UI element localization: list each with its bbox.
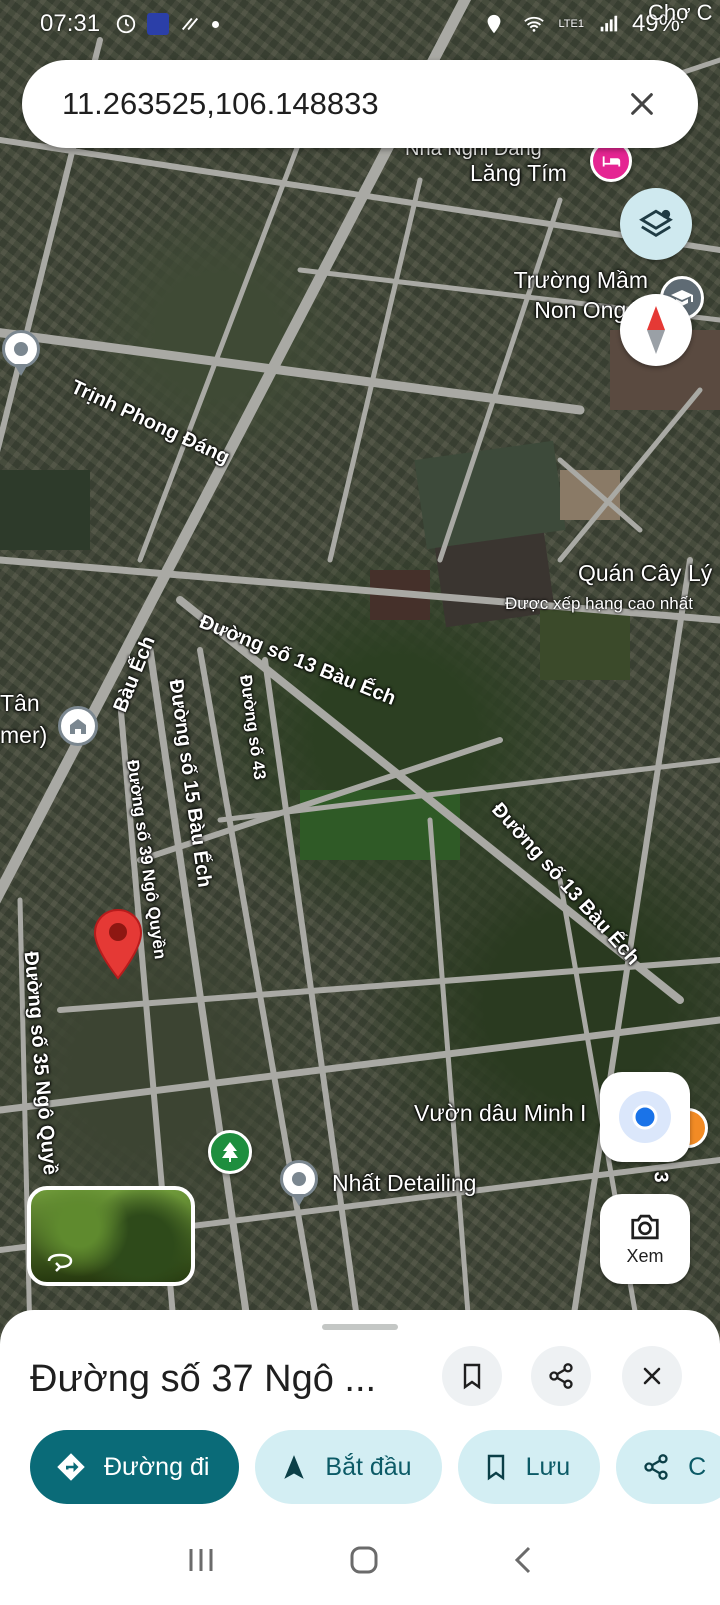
directions-button[interactable]: Đường đi	[30, 1430, 240, 1504]
save-label: Lưu	[525, 1452, 571, 1481]
place-label-fragment[interactable]: Tân	[0, 690, 40, 717]
app-notification-icon	[147, 13, 170, 35]
home-icon[interactable]	[348, 1544, 380, 1576]
search-query[interactable]: 11.263525,106.148833	[62, 86, 622, 122]
place-label-cafe[interactable]: Quán Cây Lý	[578, 560, 712, 587]
share-icon	[644, 1454, 668, 1480]
place-label-detailing[interactable]: Nhất Detailing	[332, 1170, 476, 1197]
close-sheet-button[interactable]	[622, 1346, 682, 1406]
lens-button[interactable]: Xem	[600, 1194, 690, 1284]
corner-label: Chợ C	[648, 0, 713, 25]
bookmark-icon	[463, 1363, 481, 1390]
camera-lens-icon	[631, 1214, 659, 1239]
share-label: C	[688, 1452, 707, 1481]
data-arrows-icon	[182, 17, 199, 31]
lens-label: Xem	[626, 1245, 664, 1266]
share-icon	[549, 1363, 573, 1389]
close-icon[interactable]	[622, 84, 662, 124]
rotate-360-icon	[47, 1253, 73, 1272]
drag-handle[interactable]	[322, 1324, 398, 1330]
wifi-icon	[524, 16, 545, 32]
signal-icon	[600, 15, 618, 32]
start-button[interactable]: Bắt đầu	[255, 1430, 442, 1504]
bookmark-icon	[487, 1454, 504, 1481]
temple-icon	[70, 719, 86, 734]
navigation-arrow-icon	[284, 1455, 305, 1479]
generic-poi-pin[interactable]	[2, 330, 40, 376]
place-label-fragment[interactable]: mer)	[0, 722, 47, 749]
generic-poi-pin[interactable]	[280, 1160, 318, 1206]
dot-icon	[212, 20, 220, 28]
place-title: Đường số 37 Ngô ...	[30, 1358, 377, 1400]
temple-poi-pin[interactable]	[58, 706, 98, 746]
place-sublabel-cafe: Được xếp hạng cao nhất	[505, 594, 693, 613]
share-button[interactable]	[531, 1346, 591, 1406]
layers-button[interactable]	[620, 188, 692, 260]
action-chips: Đường đi Bắt đầu Lưu C	[30, 1430, 720, 1504]
share-chip-button[interactable]: C	[616, 1430, 720, 1504]
recent-apps-icon[interactable]	[185, 1545, 217, 1575]
street-view-thumbnail[interactable]	[27, 1186, 195, 1286]
clock-icon	[116, 14, 136, 34]
status-time: 07:31	[40, 10, 101, 37]
network-label: LTE1	[558, 18, 584, 30]
compass-button[interactable]	[620, 294, 692, 366]
pin-dot-icon	[14, 342, 28, 356]
directions-label: Đường đi	[104, 1452, 210, 1481]
tree-icon	[222, 1142, 238, 1162]
compass-icon	[647, 306, 665, 354]
bed-icon	[602, 156, 621, 167]
selected-location-pin[interactable]	[92, 908, 144, 980]
layers-icon	[639, 209, 673, 237]
my-location-button[interactable]	[600, 1072, 690, 1162]
location-status-icon	[488, 14, 501, 34]
back-icon[interactable]	[511, 1544, 535, 1576]
directions-icon	[57, 1453, 85, 1481]
save-button[interactable]: Lưu	[457, 1430, 601, 1504]
system-nav-bar	[0, 1515, 720, 1605]
pin-dot-icon	[292, 1172, 306, 1186]
place-label-garden[interactable]: Vườn dâu Minh I	[414, 1100, 586, 1127]
status-right: LTE1 49% Chợ C	[478, 0, 713, 38]
search-bar[interactable]: 11.263525,106.148833	[22, 60, 698, 148]
bookmark-button[interactable]	[442, 1346, 502, 1406]
road-label: 3	[649, 1171, 672, 1183]
place-label-lang-tim[interactable]: Lăng Tím	[470, 160, 567, 187]
status-bar: 07:31 LTE1 49% Chợ C	[0, 0, 720, 48]
close-icon	[643, 1367, 661, 1385]
start-label: Bắt đầu	[325, 1452, 412, 1481]
my-location-icon	[619, 1091, 671, 1143]
park-poi-pin[interactable]	[208, 1130, 252, 1174]
